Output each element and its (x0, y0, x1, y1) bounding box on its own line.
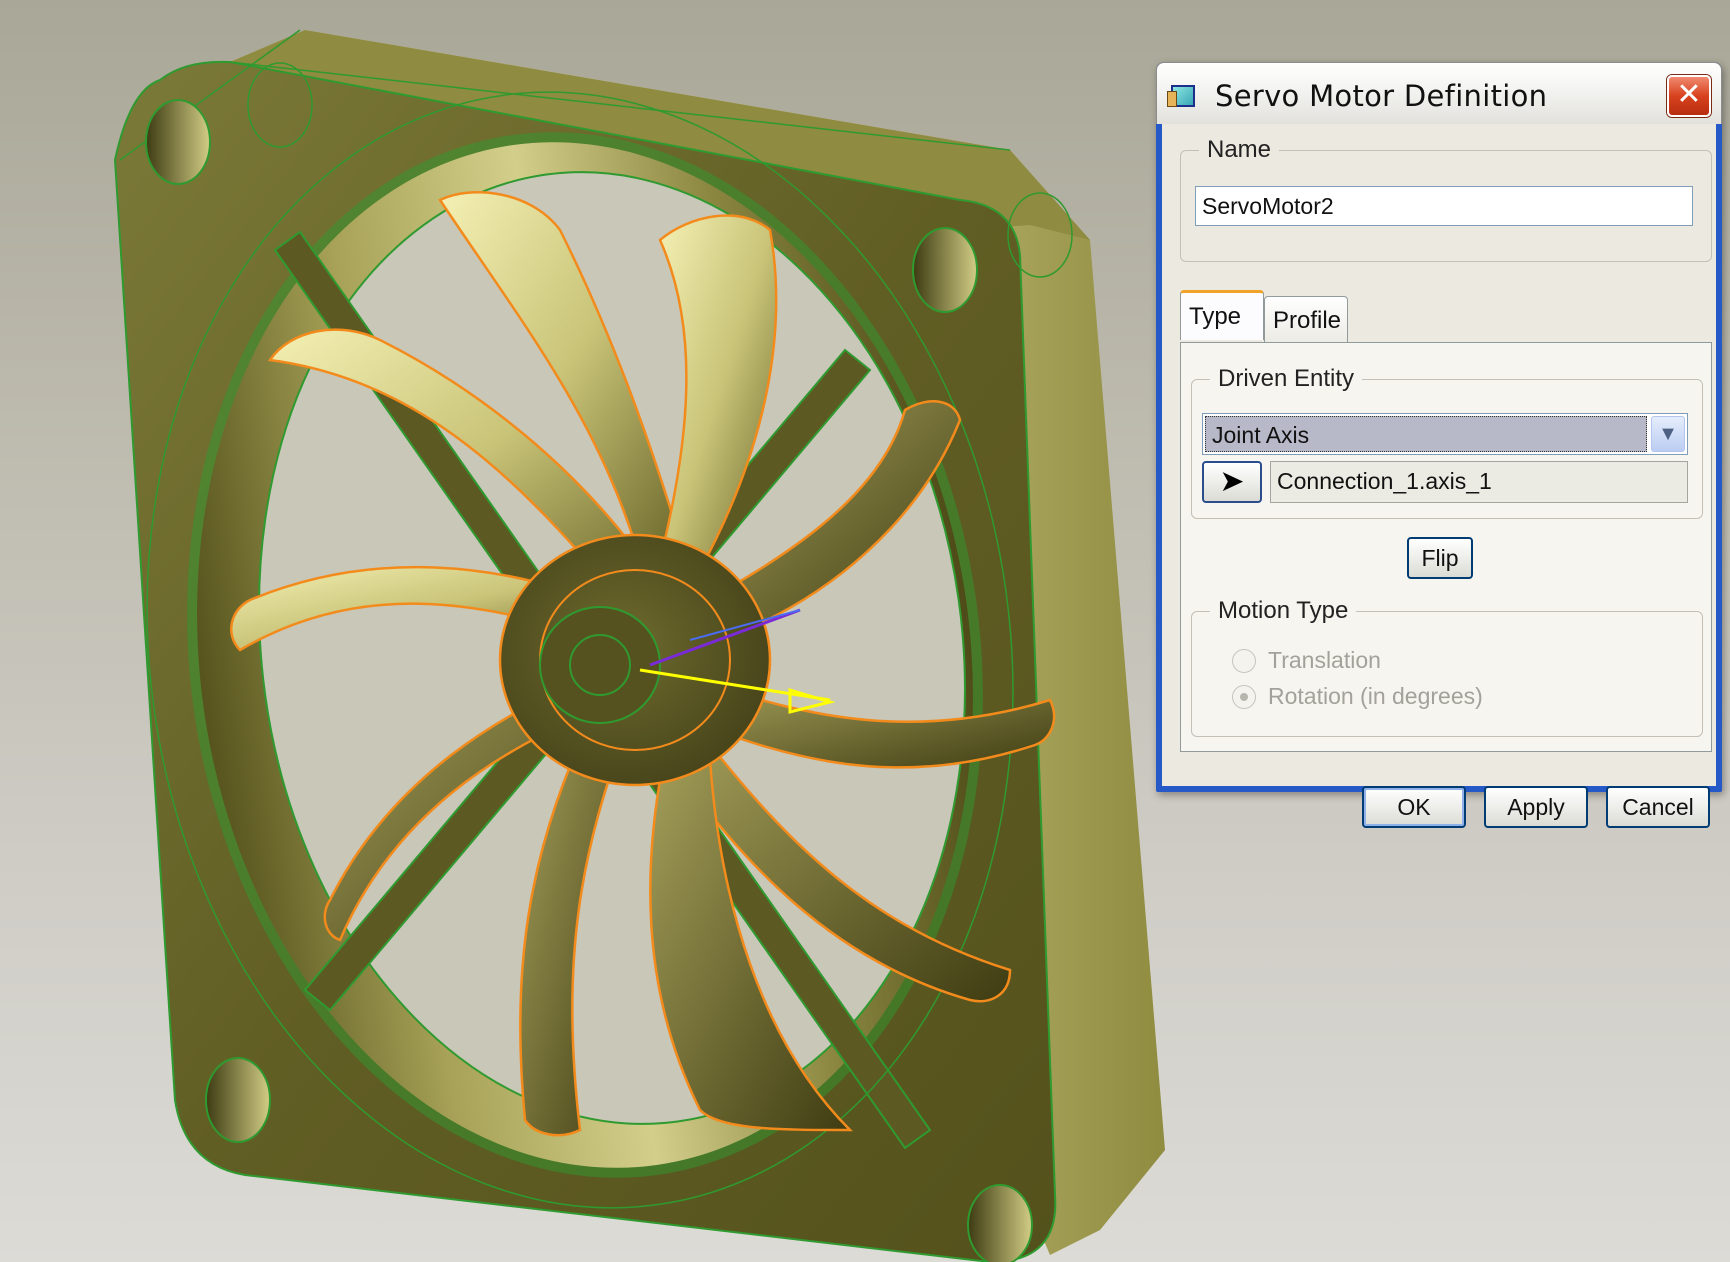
close-icon[interactable]: ✕ (1667, 75, 1711, 117)
apply-button[interactable]: Apply (1484, 786, 1588, 828)
translation-radio[interactable] (1232, 649, 1256, 673)
pointer-arrow-icon: ➤ (1219, 465, 1245, 498)
driven-entity-selected-value: Joint Axis (1205, 416, 1647, 452)
name-legend: Name (1207, 136, 1272, 163)
fan-hub (498, 533, 772, 787)
dialog-body: Name Type Profile Driven Entity Joint Ax… (1162, 124, 1716, 828)
translation-label: Translation (1268, 647, 1381, 673)
motion-type-group: Motion Type Translation Rotation (in deg… (1191, 597, 1703, 737)
dialog-titlebar[interactable]: Servo Motor Definition ✕ (1156, 62, 1722, 124)
select-reference-button[interactable]: ➤ (1202, 461, 1262, 503)
name-field[interactable] (1195, 186, 1693, 226)
cancel-button[interactable]: Cancel (1606, 786, 1710, 828)
driven-entity-group: Driven Entity Joint Axis ▼ ➤ Connection_… (1191, 365, 1703, 519)
tab-type[interactable]: Type (1180, 290, 1264, 340)
name-group: Name (1180, 136, 1712, 262)
rotation-label: Rotation (in degrees) (1268, 683, 1483, 709)
driven-entity-legend: Driven Entity (1218, 365, 1355, 392)
driven-entity-select[interactable]: Joint Axis ▼ (1202, 413, 1688, 455)
reference-field[interactable]: Connection_1.axis_1 (1270, 461, 1688, 503)
chevron-down-icon[interactable]: ▼ (1651, 416, 1685, 452)
ok-button[interactable]: OK (1362, 786, 1466, 828)
flip-button[interactable]: Flip (1407, 537, 1473, 579)
rotation-radio[interactable] (1232, 685, 1256, 709)
dialog-title: Servo Motor Definition (1215, 79, 1548, 113)
motion-type-legend: Motion Type (1218, 597, 1349, 624)
type-tab-panel: Driven Entity Joint Axis ▼ ➤ Connection_… (1180, 342, 1712, 752)
servo-motor-definition-dialog: Servo Motor Definition ✕ Name Type Profi… (1156, 62, 1722, 828)
tab-profile[interactable]: Profile (1264, 296, 1348, 342)
dialog-app-icon (1167, 85, 1195, 107)
